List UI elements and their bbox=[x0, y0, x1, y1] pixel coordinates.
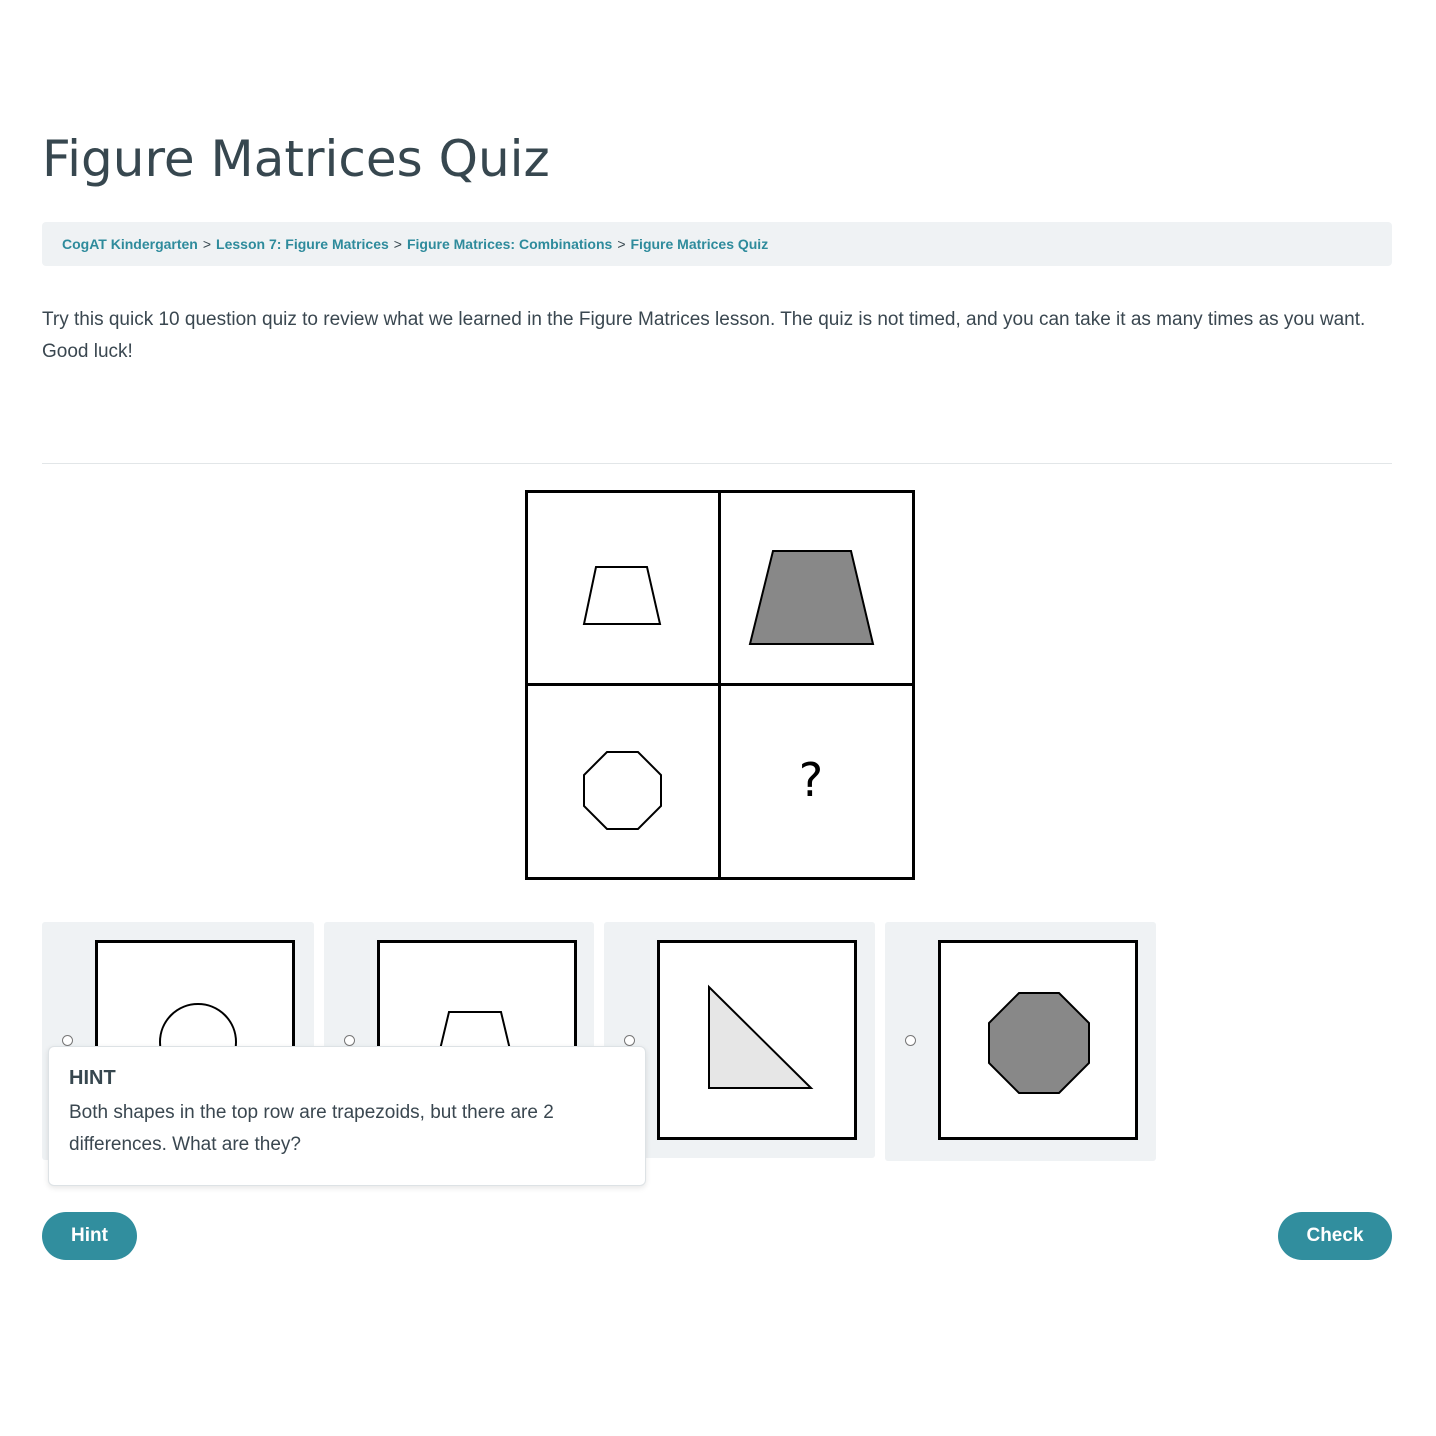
matrix-cell-question-mark: ? bbox=[799, 753, 823, 807]
hint-button[interactable]: Hint bbox=[42, 1212, 137, 1260]
breadcrumb-link-lesson[interactable]: Lesson 7: Figure Matrices bbox=[216, 236, 389, 252]
matrix-cell-small-white-octagon bbox=[583, 751, 662, 830]
check-button[interactable]: Check bbox=[1278, 1212, 1392, 1260]
breadcrumb-separator: > bbox=[393, 236, 402, 252]
option-figure-gray-octagon bbox=[938, 940, 1138, 1140]
answer-option-octagon[interactable] bbox=[885, 922, 1156, 1161]
answer-radio-1[interactable] bbox=[62, 1035, 73, 1046]
hint-popover: HINT Both shapes in the top row are trap… bbox=[48, 1046, 646, 1186]
breadcrumb-link-topic[interactable]: Figure Matrices: Combinations bbox=[407, 236, 612, 252]
option-figure-right-triangle bbox=[657, 940, 857, 1140]
matrix-cell-small-white-trapezoid bbox=[582, 566, 662, 625]
section-divider bbox=[42, 463, 1392, 464]
breadcrumb-separator: > bbox=[617, 236, 626, 252]
quiz-intro-text: Try this quick 10 question quiz to revie… bbox=[42, 309, 1366, 362]
breadcrumb-link-course[interactable]: CogAT Kindergarten bbox=[62, 236, 198, 252]
answer-radio-2[interactable] bbox=[344, 1035, 355, 1046]
breadcrumb-separator: > bbox=[202, 236, 212, 252]
hint-title: HINT bbox=[69, 1067, 116, 1089]
breadcrumb: CogAT Kindergarten > Lesson 7: Figure Ma… bbox=[42, 222, 1392, 266]
breadcrumb-link-current[interactable]: Figure Matrices Quiz bbox=[631, 236, 769, 252]
answer-radio-3[interactable] bbox=[624, 1035, 635, 1046]
figure-matrix: ? bbox=[525, 490, 915, 880]
answer-radio-4[interactable] bbox=[905, 1035, 916, 1046]
page-title: Figure Matrices Quiz bbox=[42, 130, 550, 188]
hint-text: Both shapes in the top row are trapezoid… bbox=[69, 1102, 554, 1155]
